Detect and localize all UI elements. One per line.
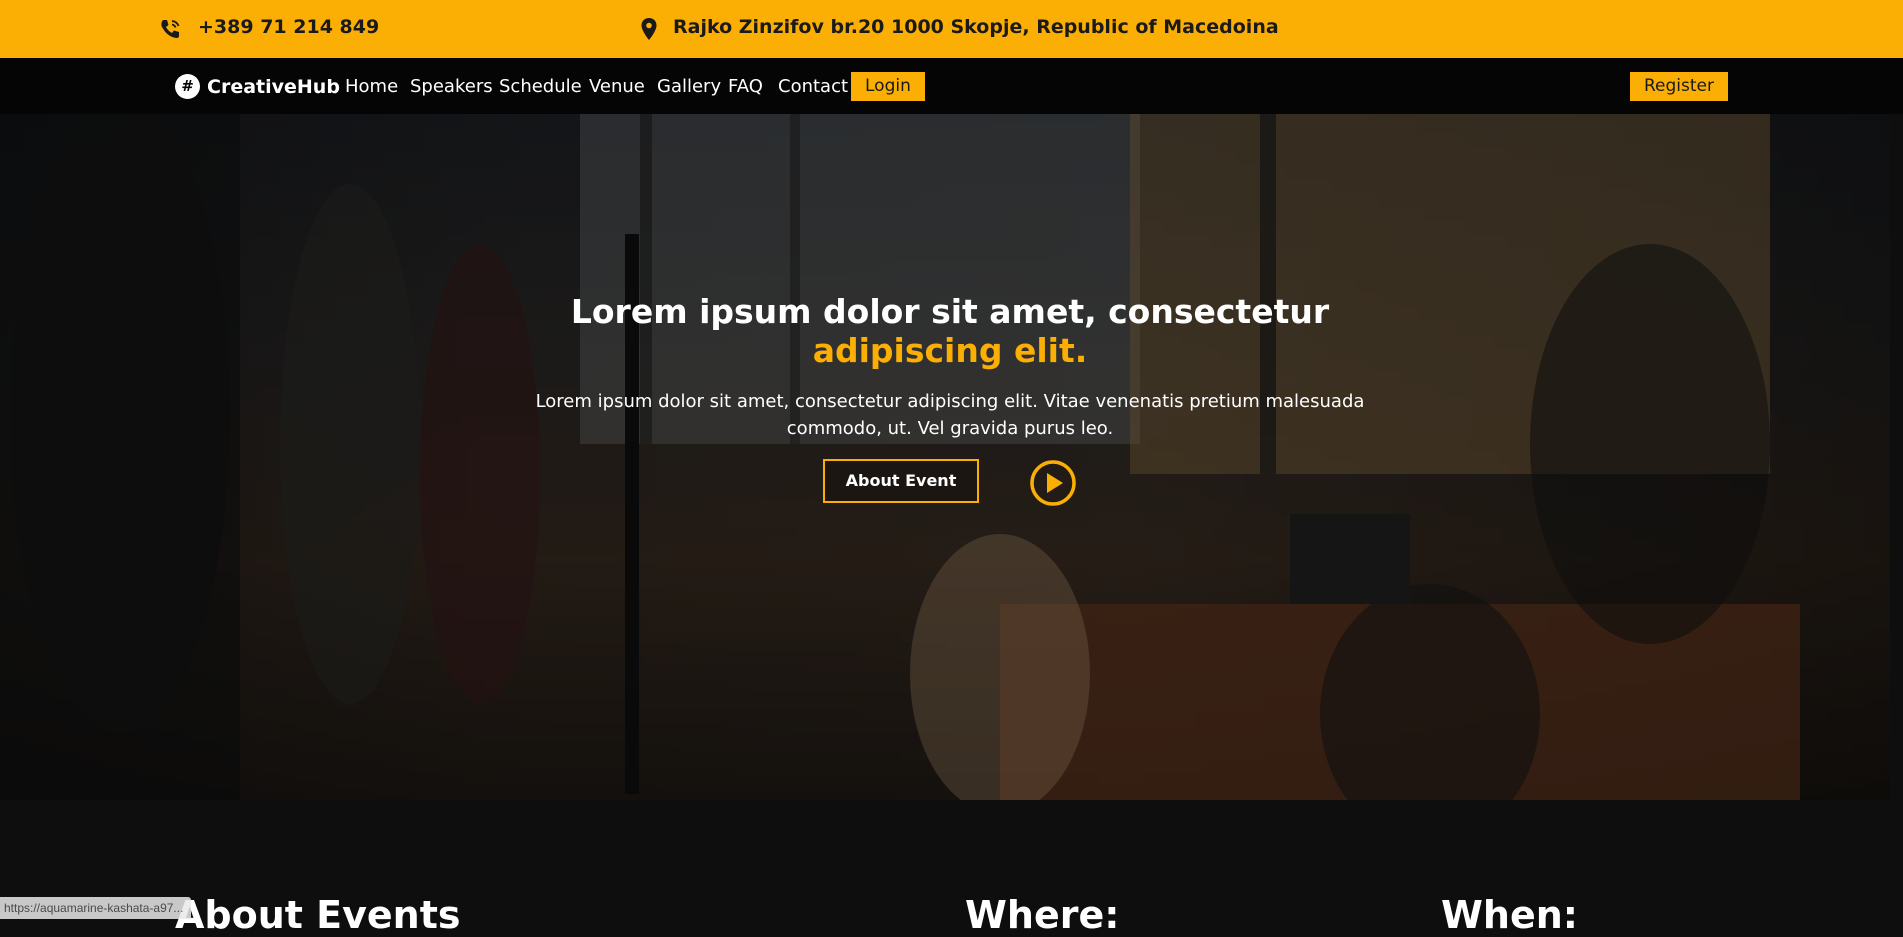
nav-speakers[interactable]: Speakers — [410, 76, 493, 97]
nav-venue[interactable]: Venue — [589, 76, 645, 97]
hero-title-main: Lorem ipsum dolor sit amet, consectetur — [570, 292, 1330, 331]
hero-title: Lorem ipsum dolor sit amet, consectetur … — [480, 292, 1420, 370]
when-heading: When: — [1441, 893, 1578, 937]
play-circle-icon[interactable] — [1029, 459, 1077, 507]
contact-bar: +389 71 214 849 Rajko Zinzifov br.20 100… — [0, 0, 1903, 58]
phone-number[interactable]: +389 71 214 849 — [198, 16, 379, 38]
logo-hash-icon: # — [175, 74, 200, 99]
address-text: Rajko Zinzifov br.20 1000 Skopje, Republ… — [673, 16, 1279, 38]
nav-faq[interactable]: FAQ — [728, 76, 763, 97]
login-button[interactable]: Login — [851, 72, 925, 101]
hero-section: Lorem ipsum dolor sit amet, consectetur … — [0, 114, 1890, 800]
nav-schedule[interactable]: Schedule — [499, 76, 582, 97]
nav-contact[interactable]: Contact — [778, 76, 848, 97]
browser-status-url: https://aquamarine-kashata-a97... — [0, 897, 192, 919]
nav-home[interactable]: Home — [345, 76, 398, 97]
about-events-heading: About Events — [175, 893, 461, 937]
hero-subtitle: Lorem ipsum dolor sit amet, consectetur … — [535, 391, 1365, 439]
about-event-button[interactable]: About Event — [823, 459, 979, 503]
register-button[interactable]: Register — [1630, 72, 1728, 101]
nav-gallery[interactable]: Gallery — [657, 76, 721, 97]
logo-text: CreativeHub — [207, 76, 340, 98]
hero-dark-overlay — [0, 114, 1890, 800]
map-pin-icon — [641, 18, 657, 40]
phone-icon — [161, 20, 180, 38]
hero-title-accent: adipiscing elit. — [812, 331, 1088, 370]
where-heading: Where: — [965, 893, 1120, 937]
